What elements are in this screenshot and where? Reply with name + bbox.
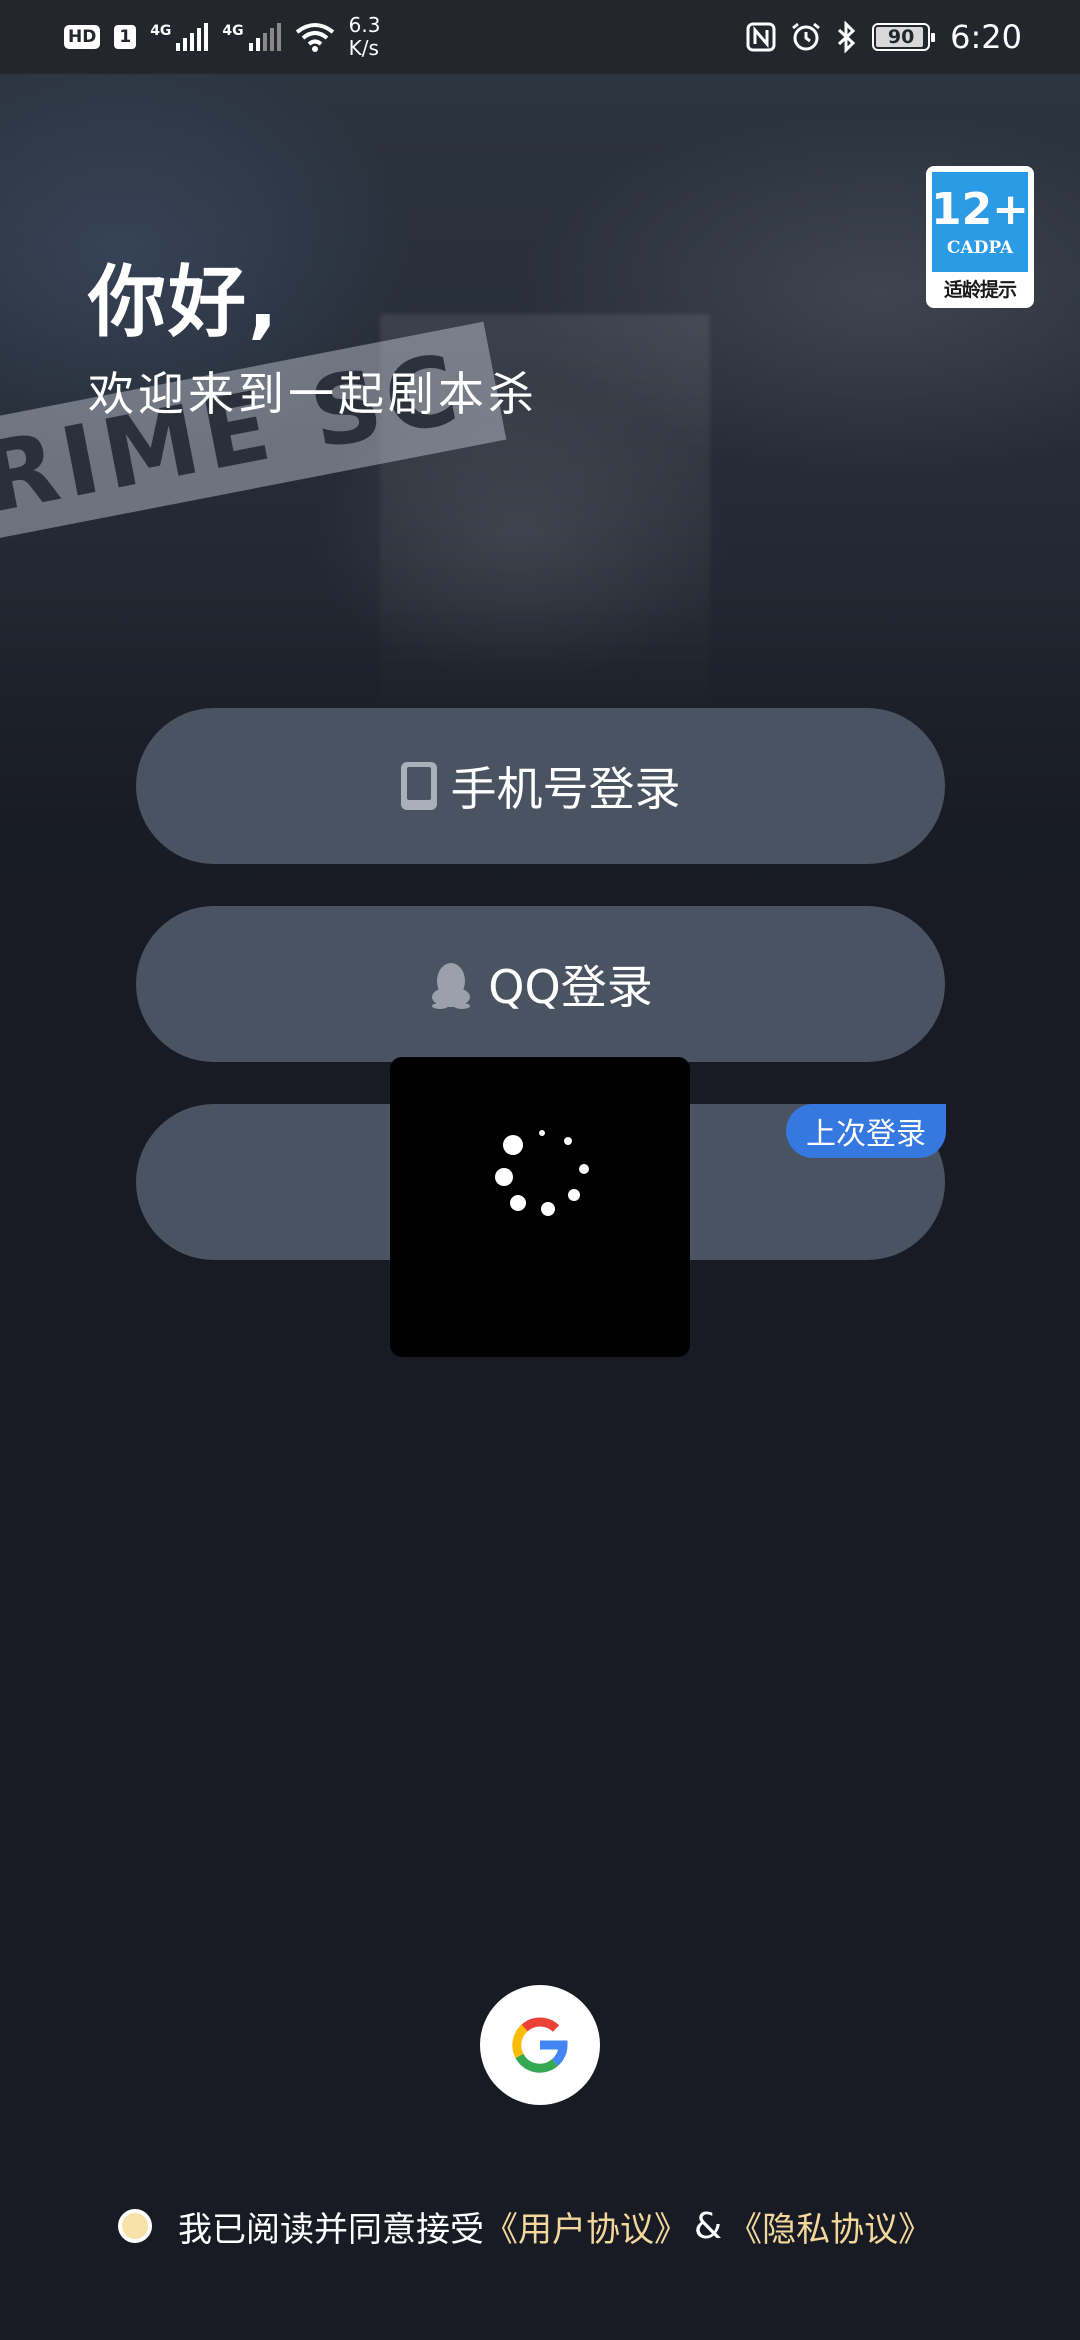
age-rating-tip: 适龄提示: [943, 279, 1017, 301]
phone-login-label: 手机号登录: [450, 762, 681, 816]
phone-icon: [400, 762, 437, 810]
loading-dialog: [390, 1057, 690, 1357]
sim-card-icon: 1: [114, 25, 137, 49]
ampersand: &: [694, 2205, 723, 2247]
last-login-badge: 上次登录: [786, 1104, 946, 1158]
signal-icon-2: 4G: [222, 23, 281, 51]
agreement-row: 我已阅读并同意接受 《用户协议》 & 《隐私协议》: [118, 2200, 932, 2252]
signal-icon-1: 4G: [150, 23, 209, 51]
hd-voice-icon: HD: [64, 25, 101, 49]
status-left: HD 1 4G 4G 6.3 K/s: [64, 14, 380, 60]
network-type-label: 4G: [150, 23, 172, 39]
alarm-icon: [792, 22, 821, 51]
google-login-button[interactable]: [480, 1985, 600, 2105]
nfc-icon: [746, 22, 776, 52]
welcome-subtitle: 欢迎来到一起剧本杀: [88, 367, 538, 421]
battery-icon: 90: [872, 23, 936, 51]
network-speed-value: 6.3: [348, 13, 381, 37]
greeting-title: 你好,: [88, 258, 280, 348]
network-speed-unit: K/s: [348, 36, 379, 60]
loading-spinner-icon: [495, 1130, 589, 1216]
agreement-text: 我已阅读并同意接受: [178, 2209, 484, 2250]
user-agreement-link[interactable]: 《用户协议》: [484, 2202, 688, 2251]
qq-login-label: QQ登录: [488, 960, 653, 1014]
google-icon: [512, 2017, 568, 2073]
qq-penguin-icon: [432, 963, 471, 1009]
network-type-label: 4G: [222, 23, 244, 39]
privacy-agreement-link[interactable]: 《隐私协议》: [728, 2202, 932, 2251]
battery-level: 90: [887, 26, 915, 48]
age-rating-number: 12+: [930, 184, 1030, 235]
age-rating-org: CADPA: [946, 238, 1014, 258]
qq-login-button[interactable]: QQ登录: [136, 906, 945, 1062]
wifi-icon: [295, 23, 334, 52]
age-rating-box: 12+ CADPA: [930, 172, 1030, 272]
phone-login-button[interactable]: 手机号登录: [136, 708, 945, 864]
status-bar: HD 1 4G 4G 6.3 K/s 90 6:20: [0, 0, 1080, 74]
agreement-checkbox[interactable]: [118, 2209, 152, 2243]
bluetooth-icon: [838, 21, 856, 53]
age-rating-badge[interactable]: 12+ CADPA 适龄提示: [926, 166, 1034, 308]
status-right: 90 6:20: [746, 18, 1022, 56]
network-speed: 6.3 K/s: [349, 14, 381, 60]
clock: 6:20: [950, 18, 1022, 56]
